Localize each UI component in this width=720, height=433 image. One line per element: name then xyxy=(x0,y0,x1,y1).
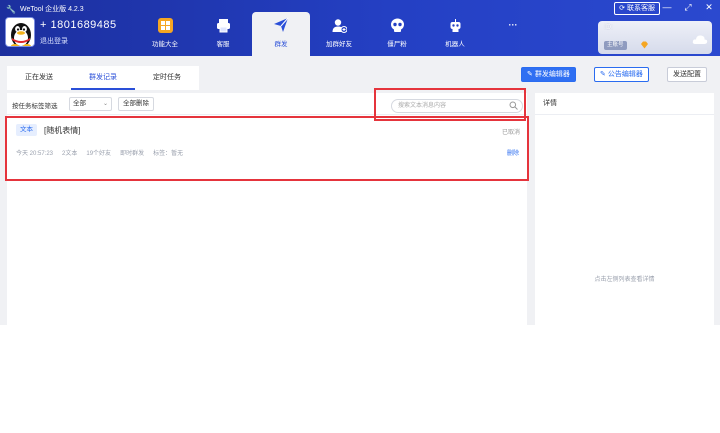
nav-item-robot[interactable]: 机器人 xyxy=(426,12,484,56)
send-icon xyxy=(273,17,289,33)
filter-bar: 按任务标签筛选 全部 ⌄ 全部删除 搜索文本消息内容 xyxy=(7,93,527,115)
search-icon xyxy=(509,101,518,115)
record-title: [随机表情] xyxy=(44,126,81,135)
title-bar: 🔧 WeTool 企业版 4.2.3 xyxy=(6,3,84,15)
maximize-icon[interactable]: ⤢ xyxy=(683,2,693,12)
chevron-down-icon: ⌄ xyxy=(102,101,108,107)
id-card[interactable]: ID: 主账号 xyxy=(598,21,712,54)
record-time: 今天 20:57:23 xyxy=(16,151,54,157)
logout-link[interactable]: 退出登录 xyxy=(40,36,68,46)
notice-editor-button[interactable]: ✎ 公告编辑器 xyxy=(594,67,649,82)
more-icon: ··· xyxy=(508,20,518,30)
wrench-icon: 🔧 xyxy=(6,4,16,14)
delete-all-button[interactable]: 全部删除 xyxy=(118,97,154,111)
window-title: WeTool 企业版 4.2.3 xyxy=(19,6,84,13)
detail-panel: 详情 点击左侧列表查看详情 xyxy=(535,93,714,325)
nav-item-features[interactable]: 功能大全 xyxy=(136,12,194,56)
main-nav: 功能大全 客服 群发 加群好友 僵尸粉 机器人 ··· xyxy=(136,12,542,56)
robot-icon xyxy=(447,17,463,33)
nav-item-more[interactable]: ··· xyxy=(484,12,542,56)
nav-label: 僵尸粉 xyxy=(387,41,407,48)
account-type-badge: 主账号 xyxy=(604,41,627,50)
detail-hint: 点击左侧列表查看详情 xyxy=(594,277,655,283)
avatar[interactable] xyxy=(5,17,35,47)
grid-icon xyxy=(157,17,173,33)
tab-sending[interactable]: 正在发送 xyxy=(7,66,71,90)
close-icon[interactable]: ✕ xyxy=(704,2,714,12)
nav-label: 加群好友 xyxy=(326,41,352,48)
qq-penguin-icon xyxy=(6,18,34,46)
broadcast-editor-button[interactable]: ✎ 群发编辑器 xyxy=(521,67,576,82)
top-bar: 🔧 WeTool 企业版 4.2.3 ⟳ 联系客服 — ⤢ ✕ + 180168… xyxy=(0,0,720,56)
record-tag-info: 标签：暂无 xyxy=(153,151,184,157)
record-text-count: 2文本 xyxy=(62,151,78,157)
filter-label: 按任务标签筛选 xyxy=(12,103,58,110)
contact-support-button[interactable]: ⟳ 联系客服 xyxy=(614,2,660,15)
nav-label: 客服 xyxy=(216,41,230,48)
records-panel: 按任务标签筛选 全部 ⌄ 全部删除 搜索文本消息内容 文本 [随机表情] 已取消… xyxy=(7,93,527,325)
detail-heading: 详情 xyxy=(535,93,714,115)
tag-filter-select[interactable]: 全部 ⌄ xyxy=(69,97,112,111)
record-status: 已取消 xyxy=(501,130,520,136)
broadcast-editor-label: 群发编辑器 xyxy=(534,71,570,78)
nav-label: 功能大全 xyxy=(152,41,178,48)
skull-icon xyxy=(389,17,405,33)
edit-icon: ✎ xyxy=(527,71,533,78)
notice-editor-label: 公告编辑器 xyxy=(607,71,643,78)
nav-label: 机器人 xyxy=(445,41,465,48)
tab-scheduled-tasks[interactable]: 定时任务 xyxy=(135,66,199,90)
nav-item-add-friends[interactable]: 加群好友 xyxy=(310,12,368,56)
contact-support-label: 联系客服 xyxy=(627,5,655,12)
search-placeholder: 搜索文本消息内容 xyxy=(398,103,447,109)
delete-record-link[interactable]: 删除 xyxy=(507,148,519,157)
edit-icon: ✎ xyxy=(600,71,606,78)
send-config-button[interactable]: 发送配置 xyxy=(667,67,707,82)
nav-item-broadcast[interactable]: 群发 xyxy=(252,12,310,56)
support-icon: ⟳ xyxy=(619,5,625,12)
record-meta: 今天 20:57:23 2文本 19个好友 即时群发 标签：暂无 xyxy=(16,148,183,157)
account-number: + 1801689485 xyxy=(40,19,117,31)
record-friend-count: 19个好友 xyxy=(86,151,112,157)
record-mode: 即时群发 xyxy=(120,151,145,157)
printer-icon xyxy=(215,17,231,33)
nav-label: 群发 xyxy=(274,41,288,48)
tag-filter-value: 全部 xyxy=(73,100,86,107)
nav-item-service[interactable]: 客服 xyxy=(194,12,252,56)
tab-broadcast-records[interactable]: 群发记录 xyxy=(71,66,135,90)
id-label: ID: xyxy=(604,24,613,31)
record-tabs: 正在发送 群发记录 定时任务 xyxy=(7,66,199,90)
window-controls: — ⤢ ✕ xyxy=(662,2,714,12)
nav-item-zombie-fans[interactable]: 僵尸粉 xyxy=(368,12,426,56)
app-window: 🔧 WeTool 企业版 4.2.3 ⟳ 联系客服 — ⤢ ✕ + 180168… xyxy=(0,0,720,325)
list-item[interactable]: 文本 [随机表情] 已取消 今天 20:57:23 2文本 19个好友 即时群发… xyxy=(7,118,527,157)
add-user-icon xyxy=(331,17,347,33)
send-config-label: 发送配置 xyxy=(673,71,701,78)
cloud-icon xyxy=(692,34,708,47)
minimize-icon[interactable]: — xyxy=(662,2,672,12)
search-input[interactable]: 搜索文本消息内容 xyxy=(391,99,523,113)
message-type-tag: 文本 xyxy=(16,124,37,136)
diamond-icon xyxy=(640,41,649,51)
